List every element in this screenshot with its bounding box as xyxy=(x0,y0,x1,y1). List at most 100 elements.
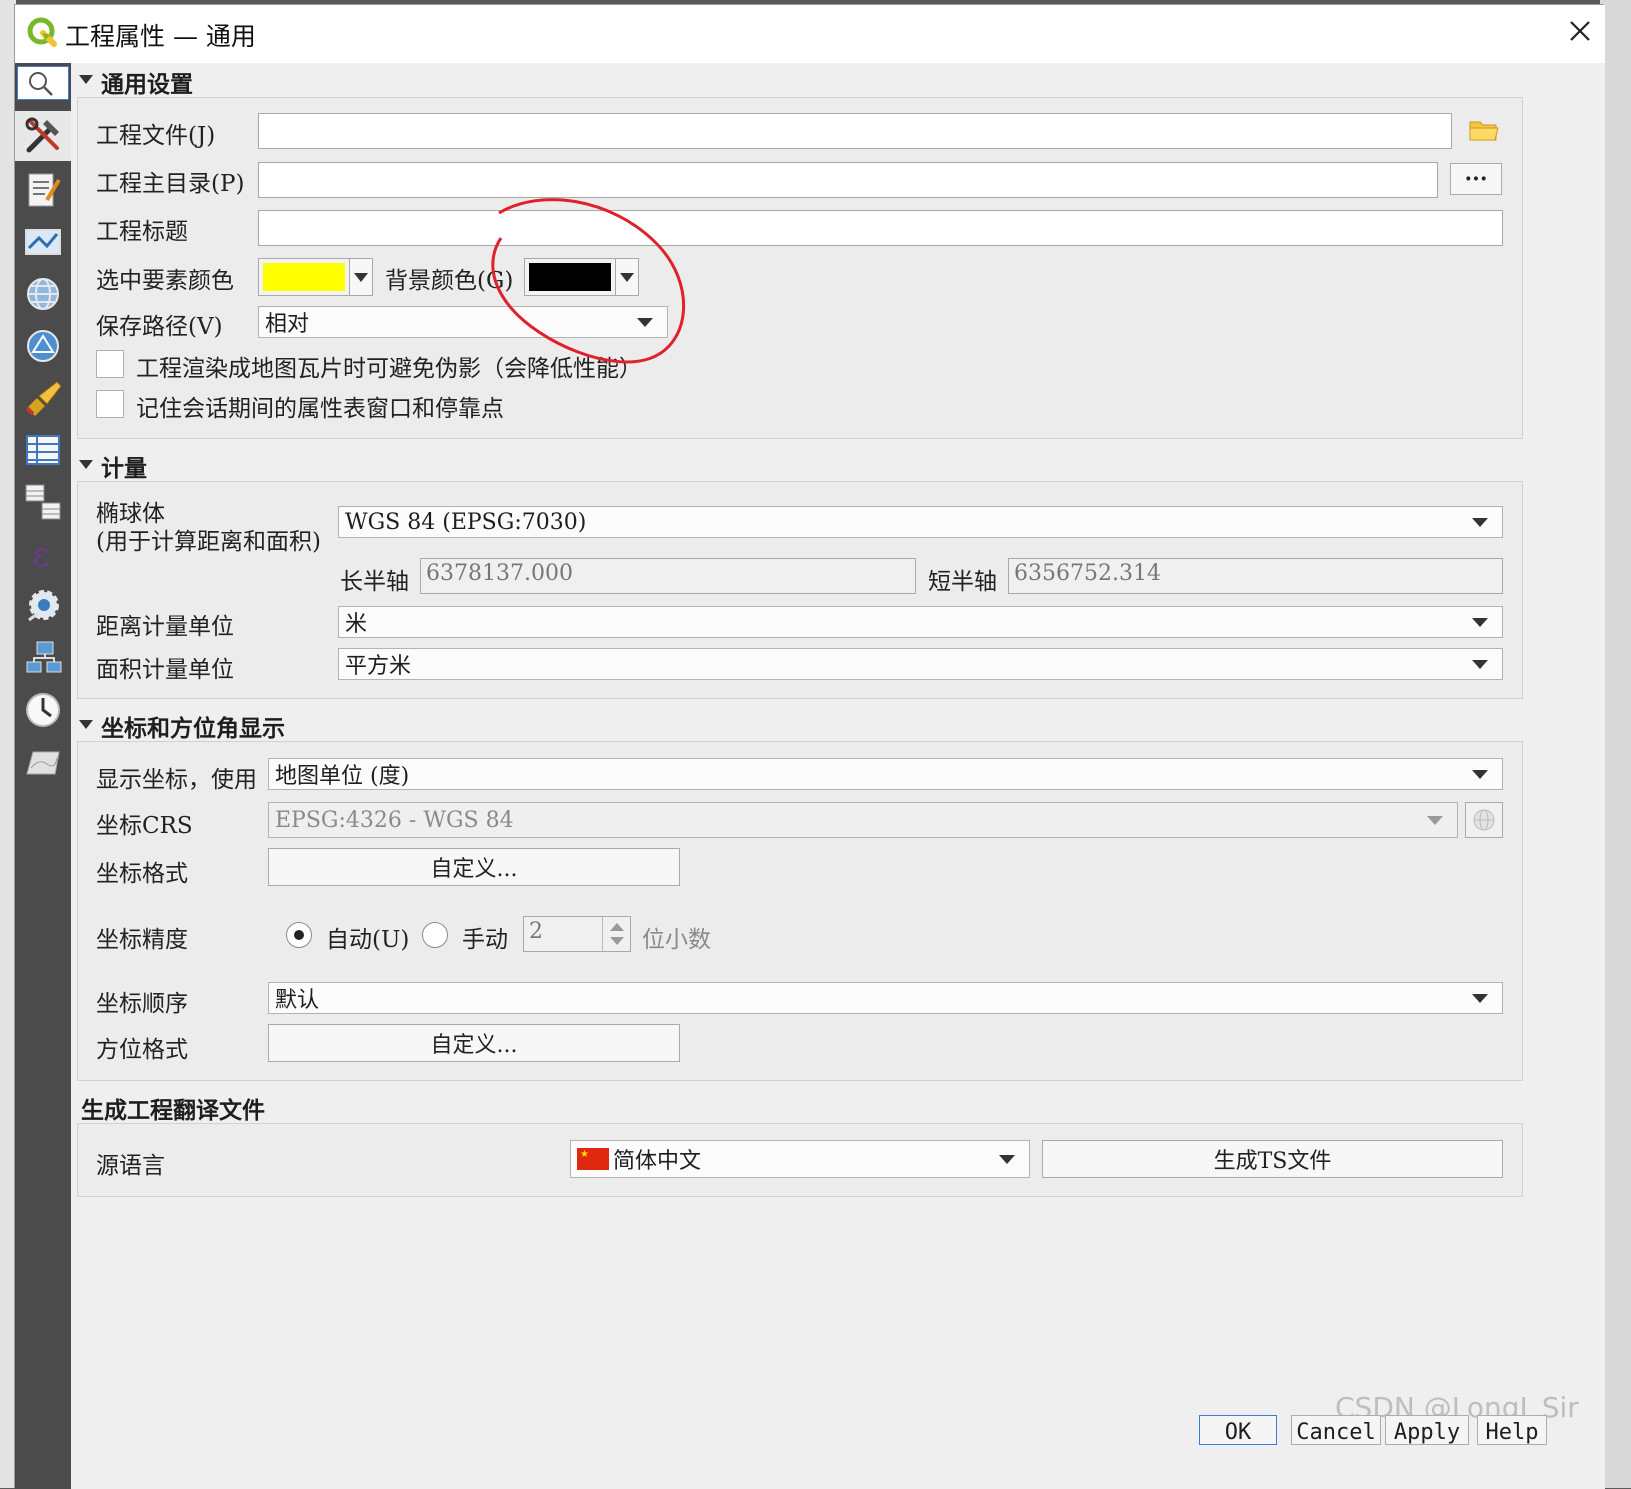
selection-color-dropdown[interactable] xyxy=(349,258,373,296)
crs-combo: EPSG:4326 - WGS 84 xyxy=(268,802,1458,838)
qgis-logo-icon xyxy=(27,17,57,47)
window-title: 工程属性 — 通用 xyxy=(65,22,256,51)
bearing-format-customize-button[interactable]: 自定义... xyxy=(268,1024,680,1062)
open-folder-button[interactable] xyxy=(1468,116,1500,144)
collapse-arrow-icon[interactable] xyxy=(79,75,93,84)
select-crs-button xyxy=(1465,802,1503,838)
collapse-arrow-icon[interactable] xyxy=(79,720,93,729)
avoid-artifacts-checkbox[interactable] xyxy=(96,350,124,378)
precision-manual-label: 手动 xyxy=(462,927,508,953)
section-title-general[interactable]: 通用设置 xyxy=(101,65,193,99)
general-settings-group: 工程文件(J) 工程主目录(P) ··· 工程标题 选中要素颜色 背景颜色(G) xyxy=(77,97,1523,439)
close-button[interactable] xyxy=(1560,13,1600,53)
browse-home-button[interactable]: ··· xyxy=(1450,163,1502,195)
sidebar-item-relations[interactable] xyxy=(15,477,71,527)
chevron-down-icon xyxy=(1472,660,1488,669)
section-title-coordinates[interactable]: 坐标和方位角显示 xyxy=(101,709,285,743)
translation-group: 源语言 ★ 简体中文 生成TS文件 xyxy=(77,1123,1523,1197)
source-language-combo[interactable]: ★ 简体中文 xyxy=(570,1140,1030,1178)
sidebar-item-metadata[interactable] xyxy=(15,165,71,215)
coordinate-format-customize-button[interactable]: 自定义... xyxy=(268,848,680,886)
variables-icon: ε xyxy=(32,535,50,574)
precision-auto-label: 自动(U) xyxy=(326,927,410,953)
sidebar-item-qgis-server[interactable] xyxy=(15,633,71,683)
default-styles-icon xyxy=(25,381,62,416)
sidebar-item-macros[interactable] xyxy=(15,581,71,631)
project-title-label: 工程标题 xyxy=(96,219,188,245)
temporal-icon xyxy=(26,693,60,727)
bearing-format-label: 方位格式 xyxy=(96,1037,188,1063)
coordinates-group: 显示坐标，使用 地图单位 (度) 坐标CRS EPSG:4326 - WGS 8… xyxy=(77,741,1523,1081)
sidebar-item-data-sources[interactable] xyxy=(15,425,71,475)
general-page-content: 通用设置 工程文件(J) 工程主目录(P) ··· 工程标题 选中要素颜色 背景… xyxy=(71,63,1605,1489)
sidebar-item-crs[interactable] xyxy=(15,269,71,319)
crs-globe-icon xyxy=(1473,809,1495,831)
project-file-label: 工程文件(J) xyxy=(96,123,216,149)
chevron-down-icon xyxy=(1472,618,1488,627)
selection-color-label: 选中要素颜色 xyxy=(96,268,234,294)
qgis-server-icon xyxy=(26,641,62,673)
save-paths-label: 保存路径(V) xyxy=(96,314,223,340)
sidebar-item-variables[interactable]: ε xyxy=(15,529,71,579)
sidebar-item-temporal[interactable] xyxy=(15,685,71,735)
remember-attr-checkbox[interactable] xyxy=(96,390,124,418)
ellipsoid-sublabel: (用于计算距离和面积) xyxy=(96,529,321,555)
project-properties-dialog: 工程属性 — 通用 ε 通用设置 工程文件(J) 工程主目录(P) ··· 工程… xyxy=(14,4,1605,1489)
sidebar: ε xyxy=(15,63,71,1489)
project-home-label: 工程主目录(P) xyxy=(96,171,245,197)
chevron-up-icon xyxy=(610,923,624,931)
collapse-arrow-icon[interactable] xyxy=(79,460,93,469)
source-language-value: 简体中文 xyxy=(613,1149,702,1174)
source-language-label: 源语言 xyxy=(96,1153,165,1179)
display-using-value: 地图单位 (度) xyxy=(275,764,410,789)
project-file-field[interactable] xyxy=(258,113,1452,149)
sidebar-item-view-settings[interactable] xyxy=(15,217,71,267)
selection-color-swatch xyxy=(263,263,345,291)
cancel-button[interactable]: Cancel xyxy=(1291,1415,1381,1445)
china-flag-icon: ★ xyxy=(577,1148,609,1170)
sidebar-item-transformations[interactable] xyxy=(15,321,71,371)
sidebar-item-default-styles[interactable] xyxy=(15,373,71,423)
distance-units-combo[interactable]: 米 xyxy=(338,606,1503,638)
transformations-icon xyxy=(27,330,59,362)
sidebar-item-general[interactable] xyxy=(15,111,71,161)
macros-icon xyxy=(28,590,59,622)
distance-units-value: 米 xyxy=(345,612,368,637)
measurements-group: 椭球体 (用于计算距离和面积) WGS 84 (EPSG:7030) 长半轴 6… xyxy=(77,481,1523,699)
selection-color-button[interactable] xyxy=(258,258,350,296)
coordinate-order-value: 默认 xyxy=(275,988,320,1013)
sidebar-item-terrain[interactable] xyxy=(15,737,71,787)
section-title-measurements[interactable]: 计量 xyxy=(101,449,147,483)
view-settings-icon xyxy=(25,229,61,255)
ellipsoid-value: WGS 84 (EPSG:7030) xyxy=(345,509,587,535)
precision-label: 坐标精度 xyxy=(96,927,188,953)
crs-label: 坐标CRS xyxy=(96,813,193,839)
precision-manual-radio[interactable] xyxy=(422,922,448,948)
terrain-icon xyxy=(26,751,60,775)
precision-auto-radio[interactable] xyxy=(286,922,312,948)
close-icon xyxy=(1570,21,1590,41)
area-units-combo[interactable]: 平方米 xyxy=(338,648,1503,680)
display-using-combo[interactable]: 地图单位 (度) xyxy=(268,758,1503,790)
relations-icon xyxy=(25,484,61,520)
chevron-down-icon xyxy=(1427,816,1443,825)
help-button[interactable]: Help xyxy=(1477,1415,1547,1445)
generate-ts-button[interactable]: 生成TS文件 xyxy=(1042,1140,1503,1178)
sidebar-search-input[interactable] xyxy=(17,66,69,100)
save-paths-value: 相对 xyxy=(265,312,310,337)
decimals-label: 位小数 xyxy=(642,927,711,953)
title-bar: 工程属性 — 通用 xyxy=(15,5,1605,63)
coordinate-order-combo[interactable]: 默认 xyxy=(268,982,1503,1014)
semi-major-label: 长半轴 xyxy=(340,569,409,595)
chevron-down-icon xyxy=(1472,518,1488,527)
area-units-value: 平方米 xyxy=(345,654,412,679)
general-tools-icon xyxy=(25,117,59,153)
project-title-field[interactable] xyxy=(258,210,1503,246)
chevron-down-icon xyxy=(1472,994,1488,1003)
apply-button[interactable]: Apply xyxy=(1385,1415,1469,1445)
ellipsoid-combo[interactable]: WGS 84 (EPSG:7030) xyxy=(338,506,1503,538)
ok-button[interactable]: OK xyxy=(1199,1415,1277,1445)
coordinate-order-label: 坐标顺序 xyxy=(96,991,188,1017)
semi-minor-label: 短半轴 xyxy=(928,569,997,595)
project-home-field[interactable] xyxy=(258,162,1438,198)
